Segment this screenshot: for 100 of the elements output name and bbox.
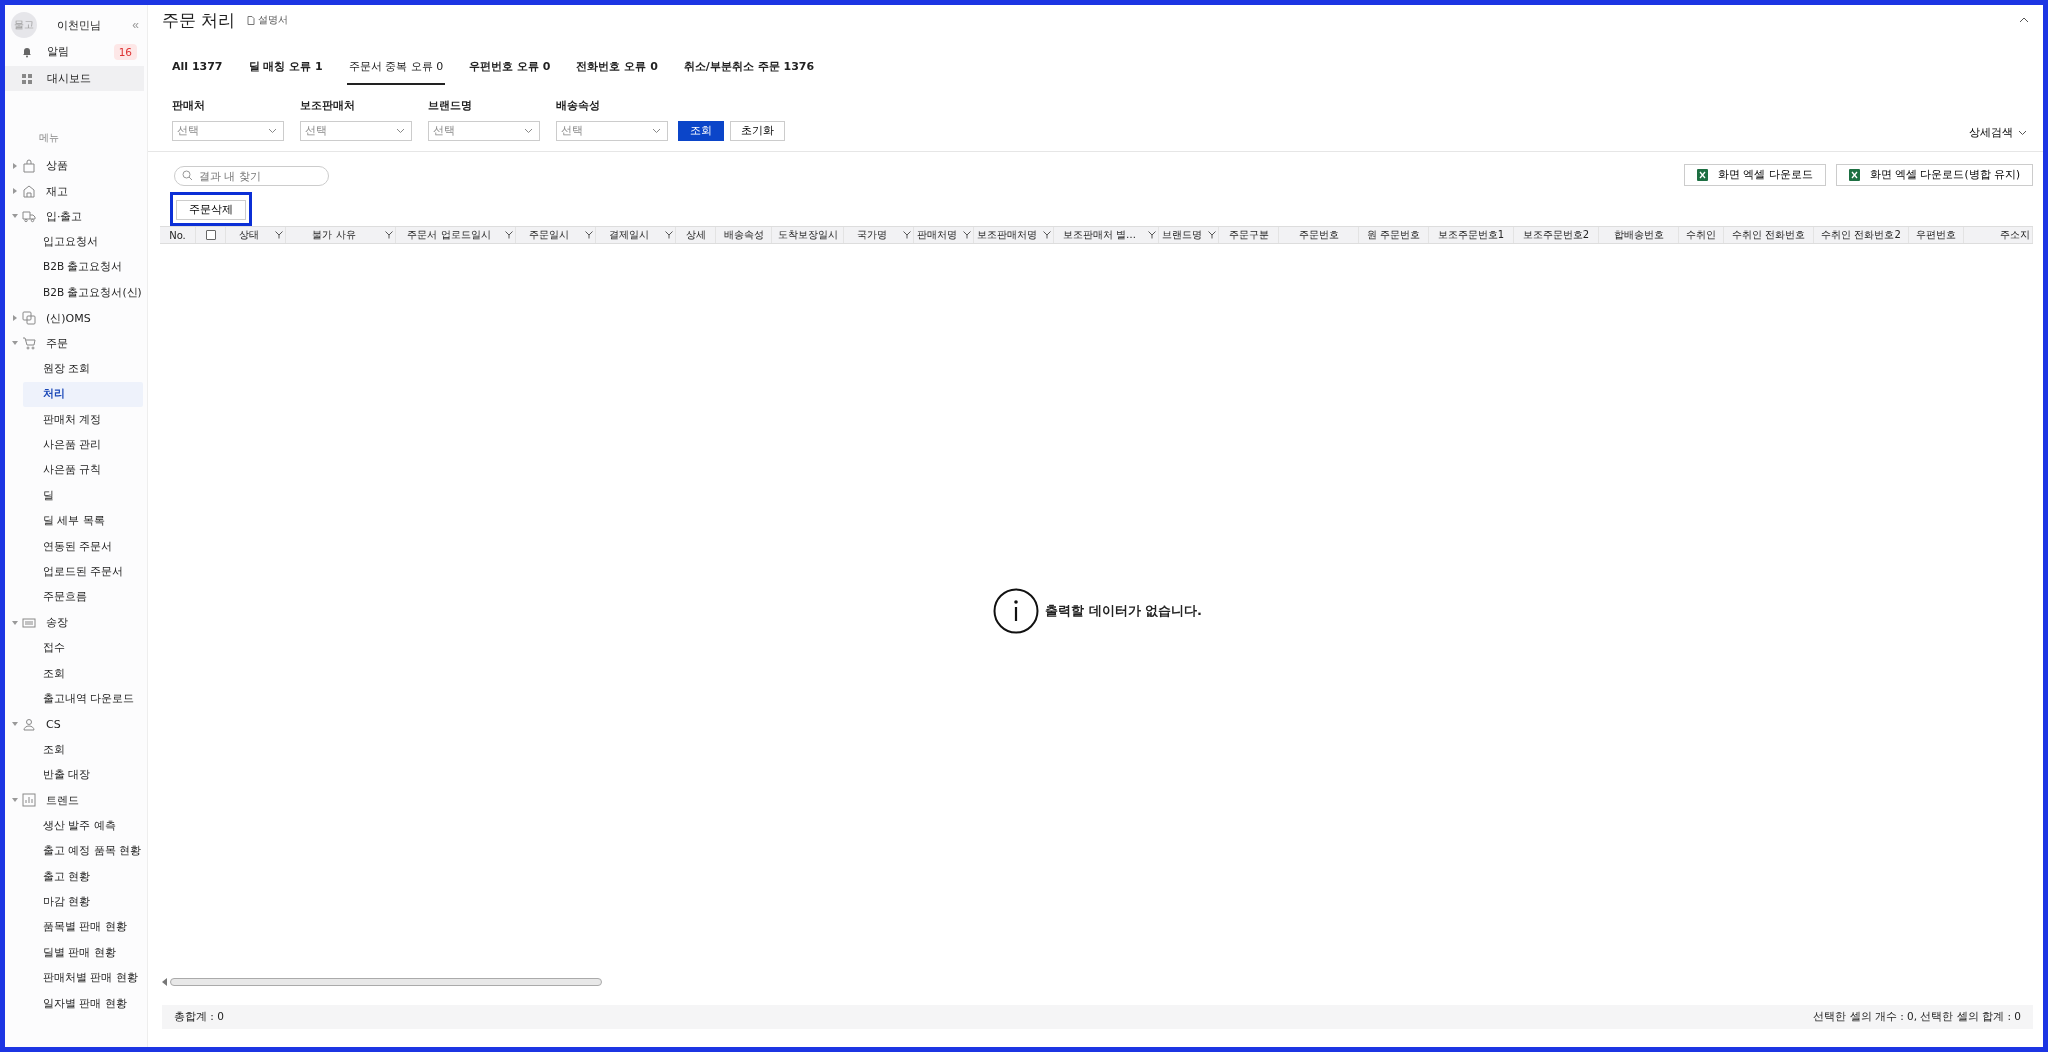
filter-icon[interactable]	[275, 231, 283, 239]
filter-icon[interactable]	[963, 231, 971, 239]
menu-group[interactable]: 재고	[46, 183, 68, 199]
column-header[interactable]: 주문번호	[1279, 228, 1358, 242]
caret-icon[interactable]	[12, 721, 18, 728]
menu-item[interactable]: 사은품 관리	[23, 432, 143, 458]
caret-icon[interactable]	[12, 619, 18, 626]
menu-item[interactable]: 판매처 계정	[23, 406, 143, 433]
menu-item[interactable]: 생산 발주 예측	[23, 813, 143, 839]
column-header[interactable]: 합배송번호	[1599, 228, 1678, 242]
menu-item[interactable]: 처리	[23, 381, 143, 407]
select-all-checkbox[interactable]	[205, 230, 216, 240]
column-header[interactable]: 주문서 업로드일시	[396, 228, 502, 242]
select-field[interactable]: 선택	[428, 121, 540, 141]
menu-item[interactable]: 접수	[23, 635, 143, 661]
filter-icon[interactable]	[585, 231, 593, 239]
chevron-up-icon[interactable]	[2019, 17, 2029, 23]
delete-order-button[interactable]: 주문삭제	[176, 200, 246, 220]
menu-group[interactable]: 입·출고	[46, 208, 83, 224]
column-header[interactable]: 브랜드명	[1159, 228, 1205, 242]
menu-item[interactable]: B2B 출고요청서(신)	[23, 279, 143, 306]
column-header[interactable]: 주문구분	[1219, 228, 1278, 242]
column-header[interactable]: 배송속성	[716, 228, 771, 242]
tab[interactable]: 우편번호 오류 0	[467, 53, 553, 85]
advanced-search-toggle[interactable]: 상세검색	[1963, 125, 2033, 141]
sidebar-item[interactable]: 알림	[47, 44, 114, 59]
menu-item[interactable]: 주문흐름	[23, 584, 143, 611]
select-field[interactable]: 선택	[300, 121, 412, 141]
column-header[interactable]: No.	[160, 229, 195, 241]
excel-download-button[interactable]: 화면 엑셀 다운로드	[1684, 164, 1826, 186]
menu-item[interactable]: 조회	[23, 660, 143, 687]
column-header[interactable]: 상세	[676, 228, 715, 242]
tab[interactable]: All 1377	[170, 53, 225, 85]
caret-icon[interactable]	[12, 162, 18, 169]
column-header[interactable]: 보조판매처명	[974, 228, 1040, 242]
scroll-left-icon[interactable]	[162, 978, 168, 986]
menu-group[interactable]: 트렌드	[46, 792, 79, 808]
filter-icon[interactable]	[385, 231, 393, 239]
column-header[interactable]: 원 주문번호	[1359, 228, 1428, 242]
filter-icon[interactable]	[903, 231, 911, 239]
filter-icon[interactable]	[1208, 231, 1216, 239]
caret-icon[interactable]	[12, 188, 18, 195]
menu-group[interactable]: 주문	[46, 335, 68, 351]
menu-item[interactable]: 조회	[23, 737, 143, 763]
menu-item[interactable]: 출고 예정 품목 현황	[23, 838, 143, 864]
column-header[interactable]: 수취인	[1679, 228, 1723, 242]
column-header[interactable]: 불가 사유	[286, 228, 382, 242]
excel-download-button[interactable]: 화면 엑셀 다운로드(병합 유지)	[1835, 164, 2033, 186]
tab[interactable]: 전화번호 오류 0	[574, 53, 660, 85]
reset-button[interactable]: 초기화	[730, 121, 785, 141]
menu-group[interactable]: 송장	[46, 615, 68, 631]
column-header[interactable]: 주소지	[1964, 228, 2032, 242]
column-header[interactable]: 보조주문번호2	[1514, 228, 1598, 242]
menu-item[interactable]: 판매처별 판매 현황	[23, 965, 143, 991]
filter-icon[interactable]	[1148, 231, 1156, 239]
column-header[interactable]: 판매처명	[914, 228, 960, 242]
menu-item[interactable]: 반출 대장	[23, 762, 143, 788]
menu-item[interactable]: 원장 조회	[23, 356, 143, 382]
menu-group[interactable]: CS	[46, 717, 61, 731]
caret-icon[interactable]	[12, 315, 18, 322]
menu-item[interactable]: 출고 현황	[23, 863, 143, 890]
column-header[interactable]: 도착보장일시	[772, 228, 843, 242]
manual-link[interactable]: 설명서	[247, 13, 289, 27]
caret-icon[interactable]	[12, 213, 18, 220]
caret-icon[interactable]	[12, 797, 18, 804]
menu-group[interactable]: 상품	[46, 158, 68, 174]
column-header[interactable]: 수취인 전화번호	[1724, 228, 1813, 242]
column-header[interactable]: 상태	[226, 228, 272, 242]
menu-item[interactable]: 딜별 판매 현황	[23, 940, 143, 966]
tab[interactable]: 딜 매칭 오류 1	[246, 53, 325, 85]
column-header[interactable]: 수취인 전화번호2	[1814, 228, 1908, 242]
column-header[interactable]: 보조판매처 별…	[1054, 228, 1145, 242]
tab[interactable]: 취소/부분취소 주문 1376	[681, 53, 817, 85]
column-header[interactable]: 국가명	[844, 228, 900, 242]
search-button[interactable]: 조회	[678, 121, 724, 141]
dashboard-item[interactable]: 대시보드	[5, 66, 144, 91]
menu-item[interactable]: 업로드된 주문서	[23, 559, 143, 585]
menu-item[interactable]: 딜	[23, 483, 143, 509]
menu-group[interactable]: (신)OMS	[46, 310, 91, 326]
menu-item[interactable]: 출고내역 다운로드	[23, 686, 143, 712]
column-header[interactable]: 보조주문번호1	[1429, 228, 1513, 242]
filter-icon[interactable]	[665, 231, 673, 239]
menu-item[interactable]: 딜 세부 목록	[23, 508, 143, 534]
column-header[interactable]: 우편번호	[1909, 228, 1963, 242]
filter-icon[interactable]	[505, 231, 513, 239]
menu-item[interactable]: 마감 현황	[23, 889, 143, 915]
column-header[interactable]: 결제일시	[596, 228, 662, 242]
column-header[interactable]: 주문일시	[516, 228, 582, 242]
menu-item[interactable]: 일자별 판매 현황	[23, 990, 143, 1017]
menu-item[interactable]: 입고요청서	[23, 229, 143, 255]
caret-icon[interactable]	[12, 340, 18, 347]
menu-item[interactable]: 사은품 규칙	[23, 457, 143, 484]
filter-icon[interactable]	[1043, 231, 1051, 239]
menu-item[interactable]: 연동된 주문서	[23, 533, 143, 560]
tab[interactable]: 주문서 중복 오류 0	[346, 53, 446, 85]
menu-item[interactable]: 품목별 판매 현황	[23, 914, 143, 941]
search-field[interactable]: 결과 내 찾기	[174, 165, 329, 186]
select-field[interactable]: 선택	[172, 121, 284, 141]
menu-item[interactable]: B2B 출고요청서	[23, 254, 143, 280]
select-field[interactable]: 선택	[556, 121, 668, 141]
